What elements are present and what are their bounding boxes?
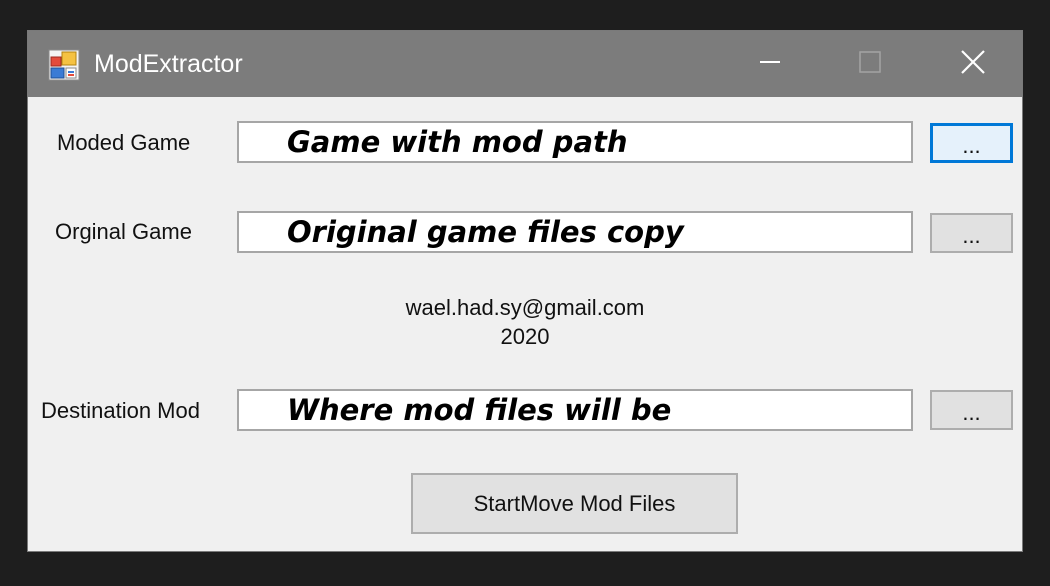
close-button[interactable] xyxy=(923,31,1022,97)
moded-game-path-input[interactable] xyxy=(237,121,913,163)
maximize-icon xyxy=(858,50,882,79)
browse-button-label: ... xyxy=(962,133,981,158)
browse-button-label: ... xyxy=(962,223,981,248)
start-move-mod-files-button[interactable]: StartMove Mod Files xyxy=(411,473,738,534)
moded-game-label: Moded Game xyxy=(57,130,191,155)
app-icon xyxy=(48,49,80,81)
destination-mod-label: Destination Mod xyxy=(41,398,200,423)
minimize-button[interactable] xyxy=(720,31,820,97)
original-game-label: Orginal Game xyxy=(55,219,192,244)
original-game-path-input[interactable] xyxy=(237,211,913,253)
moded-game-browse-button[interactable]: ... xyxy=(930,123,1013,163)
browse-button-label: ... xyxy=(962,400,981,425)
destination-mod-path-input[interactable] xyxy=(237,389,913,431)
maximize-button[interactable] xyxy=(820,31,920,97)
destination-mod-browse-button[interactable]: ... xyxy=(930,390,1013,430)
copyright-year: 2020 xyxy=(500,324,550,349)
original-game-browse-button[interactable]: ... xyxy=(930,213,1013,253)
mod-extractor-window: ModExtractor Moded Game Game with mod pa… xyxy=(27,30,1023,552)
start-move-button-label: StartMove Mod Files xyxy=(473,490,676,516)
title-bar[interactable]: ModExtractor xyxy=(28,31,1022,97)
minimize-icon xyxy=(758,50,782,79)
author-email: wael.had.sy@gmail.com xyxy=(405,295,645,320)
window-title: ModExtractor xyxy=(94,50,243,78)
close-icon xyxy=(960,49,986,80)
